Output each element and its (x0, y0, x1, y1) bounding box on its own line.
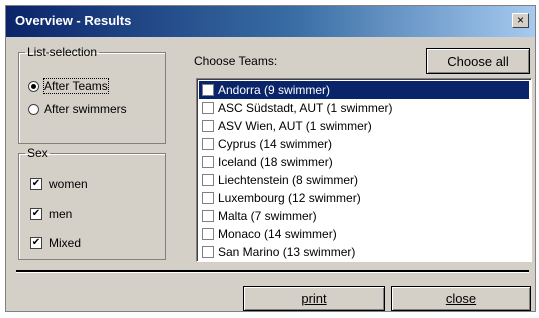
footer-divider (16, 270, 529, 273)
checkbox-label-women: women (49, 177, 88, 191)
team-item-asc-sudstadt[interactable]: ASC Südstadt, AUT (1 swimmer) (199, 99, 529, 117)
team-checkbox[interactable] (202, 192, 214, 204)
checkbox-women[interactable]: ✔ women (30, 177, 88, 191)
title-bar[interactable]: Overview - Results × (6, 6, 535, 37)
radio-label-after-teams: After Teams (43, 78, 109, 94)
checkbox-label-men: men (49, 207, 73, 221)
team-item-luxembourg[interactable]: Luxembourg (12 swimmer) (199, 189, 529, 207)
team-label: San Marino (13 swimmer) (218, 245, 356, 259)
list-selection-group: List-selection (18, 45, 166, 144)
choose-teams-label: Choose Teams: (194, 54, 278, 68)
team-label: ASV Wien, AUT (1 swimmer) (218, 119, 372, 133)
team-label: Luxembourg (12 swimmer) (218, 191, 361, 205)
sex-legend: Sex (27, 146, 48, 160)
close-icon: × (516, 13, 524, 27)
team-item-malta[interactable]: Malta (7 swimmer) (199, 207, 529, 225)
team-checkbox[interactable] (202, 246, 214, 258)
overview-results-dialog: Overview - Results × List-selection Afte… (5, 5, 536, 312)
radio-button-checked[interactable] (28, 80, 39, 92)
close-button-label: close (445, 291, 477, 306)
team-item-monaco[interactable]: Monaco (14 swimmer) (199, 225, 529, 243)
team-checkbox[interactable] (202, 174, 214, 186)
radio-after-swimmers[interactable]: After swimmers (28, 102, 127, 116)
checkbox-checked-icon[interactable]: ✔ (30, 178, 42, 190)
team-item-liechtenstein[interactable]: Liechtenstein (8 swimmer) (199, 171, 529, 189)
radio-label-after-swimmers: After swimmers (44, 102, 127, 116)
team-item-asv-wien[interactable]: ASV Wien, AUT (1 swimmer) (199, 117, 529, 135)
team-label: Liechtenstein (8 swimmer) (218, 173, 359, 187)
checkbox-checked-icon[interactable]: ✔ (30, 237, 42, 249)
close-button[interactable]: close (391, 286, 531, 311)
window-title: Overview - Results (15, 13, 132, 28)
team-checkbox[interactable] (202, 120, 214, 132)
team-label: Andorra (9 swimmer) (218, 83, 331, 97)
team-checkbox[interactable] (202, 102, 214, 114)
choose-all-button[interactable]: Choose all (426, 48, 530, 74)
checkbox-label-mixed: Mixed (49, 236, 82, 250)
team-item-iceland[interactable]: Iceland (18 swimmer) (199, 153, 529, 171)
team-label: Malta (7 swimmer) (218, 209, 317, 223)
team-checkbox[interactable] (202, 156, 214, 168)
team-label: Iceland (18 swimmer) (218, 155, 333, 169)
team-checkbox[interactable] (202, 138, 214, 150)
team-item-andorra[interactable]: Andorra (9 swimmer) (199, 81, 529, 99)
team-label: Monaco (14 swimmer) (218, 227, 337, 241)
print-button-label: print (301, 291, 327, 306)
radio-button-unchecked[interactable] (28, 103, 39, 115)
checkbox-men[interactable]: ✔ men (30, 207, 72, 221)
team-label: ASC Südstadt, AUT (1 swimmer) (218, 101, 393, 115)
team-checkbox[interactable] (202, 84, 214, 96)
team-item-cyprus[interactable]: Cyprus (14 swimmer) (199, 135, 529, 153)
checkbox-mixed[interactable]: ✔ Mixed (30, 236, 81, 250)
list-selection-legend: List-selection (27, 45, 98, 59)
teams-listbox[interactable]: Andorra (9 swimmer) ASC Südstadt, AUT (1… (196, 78, 532, 262)
team-checkbox[interactable] (202, 210, 214, 222)
team-item-san-marino[interactable]: San Marino (13 swimmer) (199, 243, 529, 261)
radio-after-teams[interactable]: After Teams (28, 78, 109, 94)
checkbox-checked-icon[interactable]: ✔ (30, 208, 42, 220)
print-button[interactable]: print (243, 286, 385, 311)
window-close-button[interactable]: × (512, 13, 529, 28)
team-label: Cyprus (14 swimmer) (218, 137, 333, 151)
team-checkbox[interactable] (202, 228, 214, 240)
